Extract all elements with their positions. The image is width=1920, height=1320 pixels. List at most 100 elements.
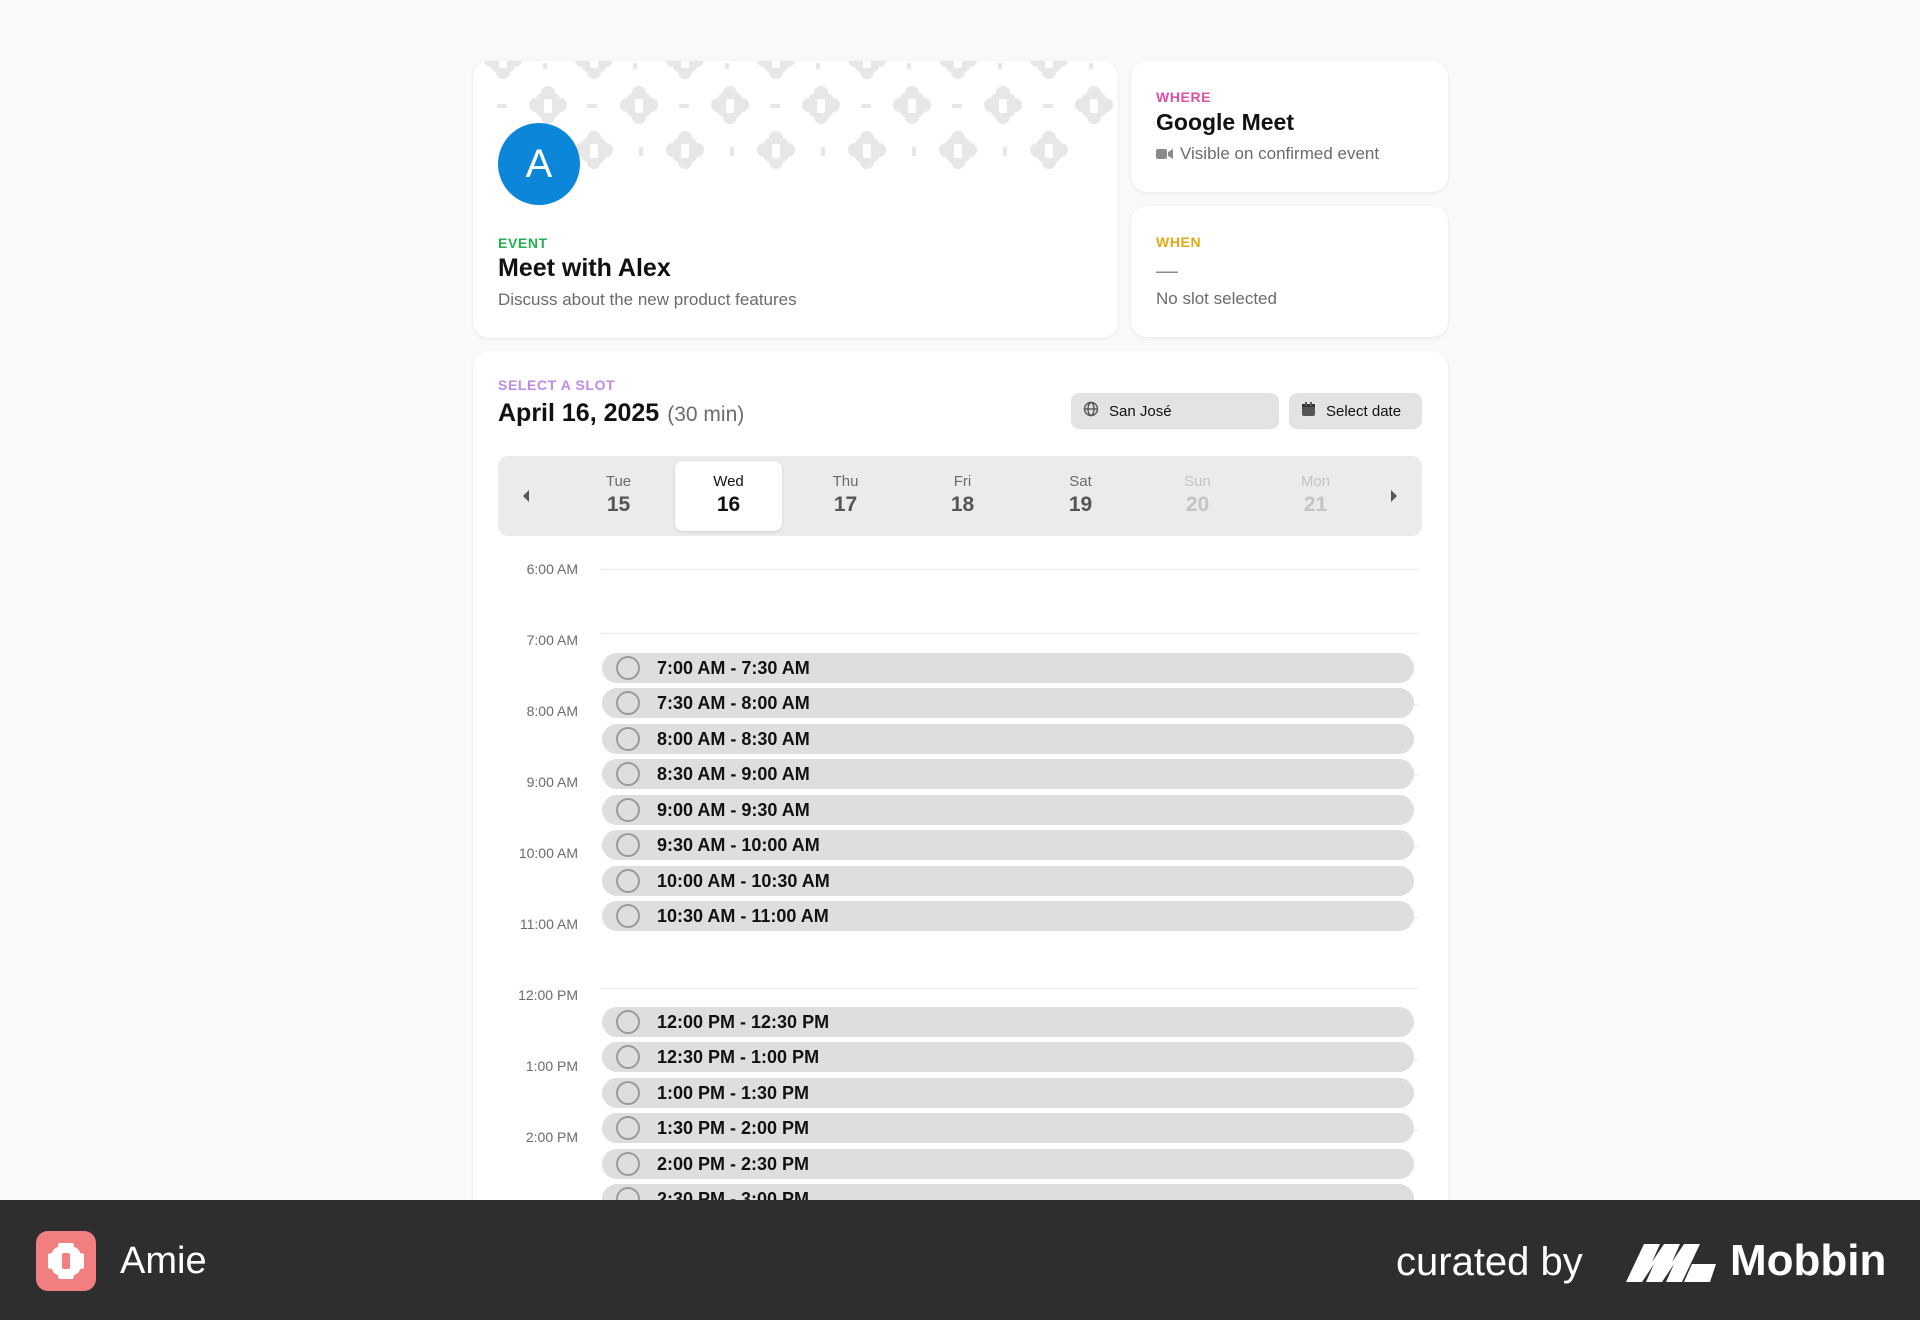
hour-divider bbox=[601, 569, 1418, 570]
slot-label: 7:00 AM - 7:30 AM bbox=[657, 657, 810, 678]
time-slot[interactable]: 7:00 AM - 7:30 AM bbox=[602, 653, 1414, 683]
slot-label: 8:00 AM - 8:30 AM bbox=[657, 728, 810, 749]
day-name: Mon bbox=[1300, 473, 1331, 490]
time-slot[interactable]: 12:30 PM - 1:00 PM bbox=[602, 1042, 1414, 1072]
hour-label: 2:00 PM bbox=[525, 1129, 578, 1145]
slot-label: 9:00 AM - 9:30 AM bbox=[657, 799, 810, 820]
slot-label: 8:30 AM - 9:00 AM bbox=[657, 763, 810, 784]
event-description: Discuss about the new product features bbox=[498, 290, 797, 309]
slot-label: 12:00 PM - 12:30 PM bbox=[657, 1011, 830, 1032]
slot-radio[interactable] bbox=[616, 833, 640, 857]
hour-label: 7:00 AM bbox=[526, 632, 578, 648]
hour-label: 8:00 AM bbox=[526, 703, 578, 719]
day-name: Sun bbox=[1184, 473, 1211, 490]
day-number: 21 bbox=[1303, 493, 1328, 516]
where-note: Visible on confirmed event bbox=[1156, 144, 1379, 164]
day-tab-tue[interactable]: Tue 15 bbox=[565, 461, 672, 531]
day-tab-wed[interactable]: Wed 16 bbox=[675, 461, 782, 531]
event-eyebrow: EVENT bbox=[498, 235, 548, 251]
slot-radio[interactable] bbox=[616, 1116, 640, 1140]
globe-icon bbox=[1083, 401, 1099, 421]
time-slot[interactable]: 8:00 AM - 8:30 AM bbox=[602, 724, 1414, 754]
day-name: Wed bbox=[713, 473, 744, 490]
curated-by-label: curated by bbox=[1396, 1240, 1583, 1284]
slot-radio[interactable] bbox=[616, 1081, 640, 1105]
day-name: Sat bbox=[1069, 473, 1092, 490]
select-date-button[interactable]: Select date bbox=[1289, 393, 1422, 429]
when-note: No slot selected bbox=[1156, 289, 1277, 308]
event-title: Meet with Alex bbox=[498, 254, 671, 282]
slot-label: 10:30 AM - 11:00 AM bbox=[657, 905, 829, 926]
selected-date: April 16, 2025 bbox=[498, 399, 660, 427]
app-name: Amie bbox=[120, 1240, 207, 1282]
slot-radio[interactable] bbox=[616, 869, 640, 893]
day-name: Thu bbox=[832, 473, 859, 490]
timezone-label: San José bbox=[1109, 402, 1172, 420]
hour-label: 6:00 AM bbox=[526, 561, 578, 577]
time-slot[interactable]: 8:30 AM - 9:00 AM bbox=[602, 759, 1414, 789]
slot-label: 1:00 PM - 1:30 PM bbox=[657, 1082, 810, 1103]
slot-label: 12:30 PM - 1:00 PM bbox=[657, 1046, 820, 1067]
time-slot[interactable]: 7:30 AM - 8:00 AM bbox=[602, 688, 1414, 718]
day-number: 16 bbox=[716, 493, 741, 516]
amie-logo-icon bbox=[36, 1231, 96, 1291]
day-number: 18 bbox=[950, 493, 975, 516]
time-slot[interactable]: 1:00 PM - 1:30 PM bbox=[602, 1078, 1414, 1108]
video-camera-icon bbox=[1156, 147, 1174, 161]
slot-duration: (30 min) bbox=[667, 403, 745, 426]
next-week-button[interactable] bbox=[1384, 484, 1404, 508]
time-slot[interactable]: 12:00 PM - 12:30 PM bbox=[602, 1007, 1414, 1037]
slot-radio[interactable] bbox=[616, 1045, 640, 1069]
day-name: Fri bbox=[953, 473, 972, 490]
slot-label: 10:00 AM - 10:30 AM bbox=[657, 870, 830, 891]
day-name: Tue bbox=[605, 473, 632, 490]
slot-label: 1:30 PM - 2:00 PM bbox=[657, 1117, 810, 1138]
slot-label: 2:00 PM - 2:30 PM bbox=[657, 1153, 810, 1174]
calendar-icon bbox=[1301, 401, 1316, 421]
day-number: 19 bbox=[1068, 493, 1093, 516]
day-tab-thu[interactable]: Thu 17 bbox=[792, 461, 899, 531]
day-tab-fri[interactable]: Fri 18 bbox=[909, 461, 1016, 531]
where-title: Google Meet bbox=[1156, 109, 1295, 135]
week-selector: Tue 15 Wed 16 Thu 17 Fri 18 Sat 19 Sun 2… bbox=[498, 456, 1422, 536]
hour-label: 10:00 AM bbox=[518, 845, 578, 861]
event-card: A EVENT Meet with Alex Discuss about the… bbox=[473, 61, 1118, 338]
slot-radio[interactable] bbox=[616, 762, 640, 786]
where-note-text: Visible on confirmed event bbox=[1180, 144, 1380, 163]
day-number: 17 bbox=[833, 493, 858, 516]
hour-label: 12:00 PM bbox=[518, 987, 578, 1003]
hour-label: 11:00 AM bbox=[519, 916, 578, 932]
slot-radio[interactable] bbox=[616, 1010, 640, 1034]
time-slot[interactable]: 9:30 AM - 10:00 AM bbox=[602, 830, 1414, 860]
time-slot[interactable]: 1:30 PM - 2:00 PM bbox=[602, 1113, 1414, 1143]
slot-radio[interactable] bbox=[616, 691, 640, 715]
hour-divider bbox=[601, 633, 1418, 634]
day-number: 20 bbox=[1185, 493, 1210, 516]
when-eyebrow: WHEN bbox=[1156, 234, 1202, 250]
select-date-label: Select date bbox=[1326, 402, 1402, 420]
time-slot[interactable]: 9:00 AM - 9:30 AM bbox=[602, 795, 1414, 825]
when-card: WHEN — No slot selected bbox=[1131, 206, 1448, 337]
previous-week-button[interactable] bbox=[516, 484, 536, 508]
caret-left-icon bbox=[523, 490, 529, 502]
avatar: A bbox=[498, 123, 580, 205]
day-tab-mon: Mon 21 bbox=[1262, 461, 1369, 531]
caret-right-icon bbox=[1391, 490, 1397, 502]
time-slot[interactable]: 10:00 AM - 10:30 AM bbox=[602, 866, 1414, 896]
slot-radio[interactable] bbox=[616, 904, 640, 928]
time-grid: 6:00 AM 7:00 AM 8:00 AM 9:00 AM 10:00 AM… bbox=[473, 561, 1448, 1251]
slot-radio[interactable] bbox=[616, 1152, 640, 1176]
slot-radio[interactable] bbox=[616, 656, 640, 680]
slot-label: 7:30 AM - 8:00 AM bbox=[657, 692, 810, 713]
slot-label: 9:30 AM - 10:00 AM bbox=[657, 834, 820, 855]
time-slot[interactable]: 10:30 AM - 11:00 AM bbox=[602, 901, 1414, 931]
mobbin-brand: Mobbin bbox=[1730, 1236, 1887, 1285]
day-tab-sat[interactable]: Sat 19 bbox=[1027, 461, 1134, 531]
mobbin-logo-icon bbox=[1626, 1240, 1716, 1287]
timezone-selector[interactable]: San José bbox=[1071, 393, 1279, 429]
slot-eyebrow: SELECT A SLOT bbox=[498, 377, 616, 393]
slot-radio[interactable] bbox=[616, 727, 640, 751]
hour-label: 1:00 PM bbox=[525, 1058, 578, 1074]
slot-radio[interactable] bbox=[616, 798, 640, 822]
time-slot[interactable]: 2:00 PM - 2:30 PM bbox=[602, 1149, 1414, 1179]
